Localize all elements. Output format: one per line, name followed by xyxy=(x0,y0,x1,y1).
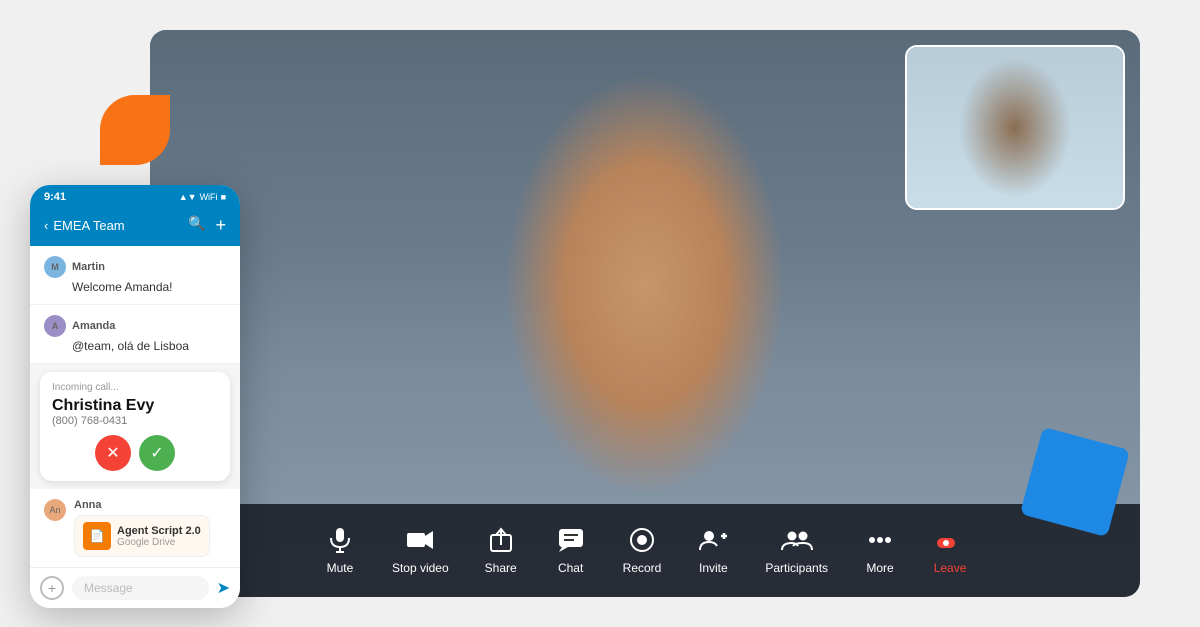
mobile-body: M Martin Welcome Amanda! A Amanda @team,… xyxy=(30,246,240,567)
pip-participant xyxy=(907,47,1123,208)
main-video: Mute Stop video xyxy=(150,30,1140,597)
send-button[interactable]: ➤ xyxy=(217,578,230,598)
caller-name: Christina Evy xyxy=(52,397,218,415)
message-text-martin: Welcome Amanda! xyxy=(72,280,226,294)
participants-label: Participants xyxy=(765,561,828,575)
leave-icon xyxy=(934,524,966,556)
header-team-name: EMEA Team xyxy=(53,218,124,233)
video-call-container: Mute Stop video xyxy=(150,30,1140,597)
chat-icon xyxy=(555,524,587,556)
share-button[interactable]: Share xyxy=(471,518,531,581)
incoming-call-card: Incoming call... Christina Evy (800) 768… xyxy=(40,372,230,481)
share-icon xyxy=(485,524,517,556)
message-text-amanda: @team, olá de Lisboa xyxy=(72,339,226,353)
call-actions: ✕ ✓ xyxy=(52,435,218,471)
stop-video-label: Stop video xyxy=(392,561,449,575)
incoming-call-label: Incoming call... xyxy=(52,382,218,393)
pip-video xyxy=(905,45,1125,210)
record-icon xyxy=(626,524,658,556)
avatar-martin: M xyxy=(44,256,66,278)
chat-message-martin: M Martin Welcome Amanda! xyxy=(30,246,240,305)
status-icons: ▲▼ WiFi ■ xyxy=(179,192,226,202)
more-icon xyxy=(864,524,896,556)
sender-anna: Anna xyxy=(74,499,102,511)
header-actions: 🔍 + xyxy=(188,215,226,236)
add-icon[interactable]: + xyxy=(215,215,226,236)
avatar-amanda: A xyxy=(44,315,66,337)
mobile-app-overlay: 9:41 ▲▼ WiFi ■ ‹ EMEA Team 🔍 + M Martin … xyxy=(30,185,240,608)
decline-call-button[interactable]: ✕ xyxy=(95,435,131,471)
chat-label: Chat xyxy=(558,561,583,575)
participants-button[interactable]: Participants xyxy=(753,518,840,581)
record-label: Record xyxy=(623,561,662,575)
doc-icon: 📄 xyxy=(83,522,111,550)
attachment-name: Agent Script 2.0 xyxy=(117,525,201,537)
invite-icon xyxy=(697,524,729,556)
add-attachment-button[interactable]: + xyxy=(40,576,64,600)
pip-inner xyxy=(907,47,1123,208)
mic-icon xyxy=(324,524,356,556)
mute-button[interactable]: Mute xyxy=(310,518,370,581)
sender-amanda: Amanda xyxy=(72,320,115,332)
mobile-status-bar: 9:41 ▲▼ WiFi ■ xyxy=(30,185,240,207)
back-button[interactable]: ‹ EMEA Team xyxy=(44,218,125,233)
leave-label: Leave xyxy=(934,561,967,575)
attachment-card[interactable]: 📄 Agent Script 2.0 Google Drive xyxy=(74,515,210,557)
chat-message-anna: An Anna 📄 Agent Script 2.0 Google Drive xyxy=(30,489,240,567)
sender-martin: Martin xyxy=(72,261,105,273)
stop-video-button[interactable]: Stop video xyxy=(380,518,461,581)
invite-button[interactable]: Invite xyxy=(683,518,743,581)
leave-button[interactable]: Leave xyxy=(920,518,980,581)
mobile-input-bar: + Message ➤ xyxy=(30,567,240,608)
invite-label: Invite xyxy=(699,561,728,575)
chat-message-amanda: A Amanda @team, olá de Lisboa xyxy=(30,305,240,364)
share-label: Share xyxy=(485,561,517,575)
more-label: More xyxy=(866,561,893,575)
chat-button[interactable]: Chat xyxy=(541,518,601,581)
call-toolbar: Mute Stop video xyxy=(150,504,1140,597)
orange-decoration xyxy=(100,95,170,165)
mute-label: Mute xyxy=(327,561,354,575)
more-button[interactable]: More xyxy=(850,518,910,581)
status-time: 9:41 xyxy=(44,191,66,203)
accept-call-button[interactable]: ✓ xyxy=(139,435,175,471)
participants-icon xyxy=(781,524,813,556)
mobile-header: ‹ EMEA Team 🔍 + xyxy=(30,207,240,246)
avatar-anna: An xyxy=(44,499,66,521)
search-icon[interactable]: 🔍 xyxy=(188,215,205,236)
message-placeholder: Message xyxy=(84,581,133,595)
attachment-source: Google Drive xyxy=(117,537,201,548)
caller-number: (800) 768-0431 xyxy=(52,415,218,427)
record-button[interactable]: Record xyxy=(611,518,674,581)
message-input[interactable]: Message xyxy=(72,576,209,600)
video-icon xyxy=(404,524,436,556)
